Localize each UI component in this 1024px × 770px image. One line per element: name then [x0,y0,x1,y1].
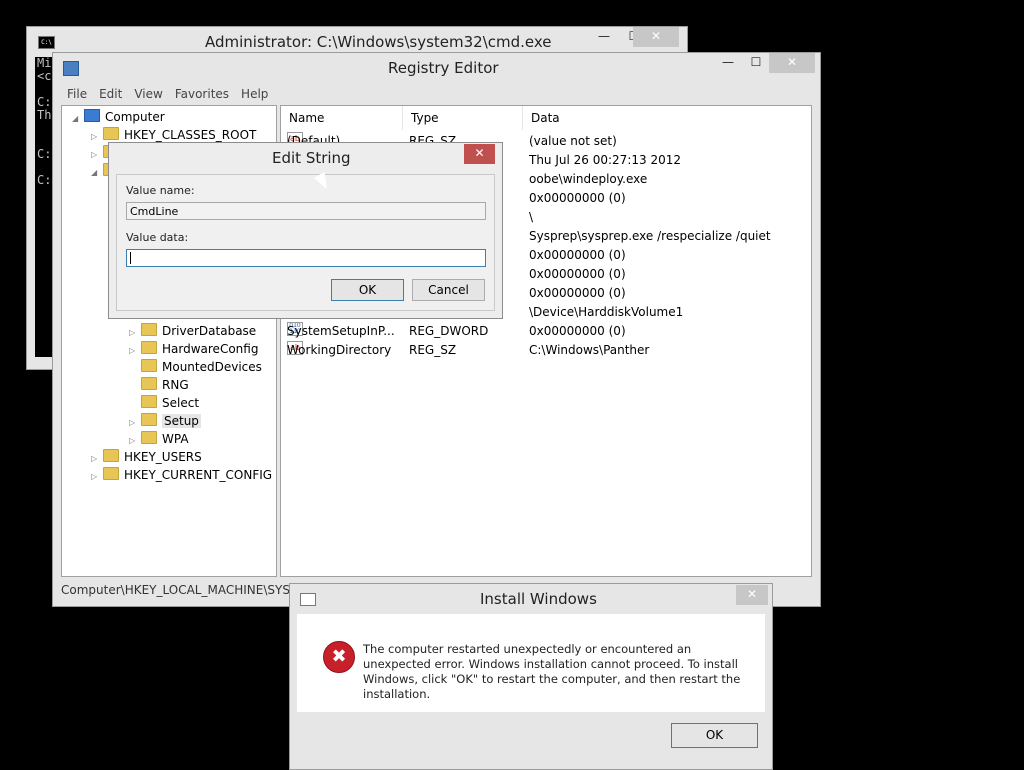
column-header-type[interactable]: Type [403,106,523,130]
menu-favorites[interactable]: Favorites [169,83,235,105]
folder-icon [141,431,157,444]
value-name-field: CmdLine [126,202,486,220]
value-name: SystemSetupInP... [287,324,395,338]
value-data: 0x00000000 (0) [529,324,626,338]
value-data: 0x00000000 (0) [529,267,626,281]
value-data-input[interactable] [126,249,486,267]
regedit-close-button[interactable]: ✕ [769,53,815,73]
value-row[interactable]: ab WorkingDirectory REG_SZ C:\Windows\Panth… [281,341,811,360]
folder-icon [141,377,157,390]
tree-label: RNG [162,378,189,392]
tree-label: Select [162,396,200,410]
value-data: 0x00000000 (0) [529,191,626,205]
column-header-data[interactable]: Data [523,106,811,130]
folder-icon [141,323,157,336]
column-header-name[interactable]: Name [281,106,403,130]
install-app-icon [300,593,316,606]
tree-label: WPA [162,432,189,446]
menu-edit[interactable]: Edit [93,83,128,105]
tree-label: DriverDatabase [162,324,257,338]
error-icon: ✖ [323,641,355,673]
tree-label: HardwareConfig [162,342,259,356]
install-ok-button[interactable]: OK [671,723,758,748]
edit-string-body: Value name: CmdLine Value data: OK Cance… [116,174,495,311]
value-row[interactable]: 010 110 SystemSetupInP... REG_DWORD 0x000000… [281,322,811,341]
tree-node-select[interactable]: Select [129,394,199,412]
tree-node-setup[interactable]: ▷ Setup [129,412,201,430]
tree-node-hku[interactable]: ▷ HKEY_USERS [91,448,202,466]
error-message: The computer restarted unexpectedly or e… [363,642,741,701]
folder-icon [103,467,119,480]
tree-node-rng[interactable]: RNG [129,376,189,394]
tree-label: HKEY_CURRENT_CONFIG [124,468,273,482]
value-data: \Device\HarddiskVolume1 [529,305,684,319]
computer-icon [84,109,100,122]
tree-node-mounteddevices[interactable]: MountedDevices [129,358,262,376]
tree-node-computer[interactable]: ◢ Computer [72,108,165,126]
value-name: WorkingDirectory [287,343,392,357]
collapse-arrow-icon[interactable]: ◢ [91,164,103,182]
regedit-minimize-button[interactable]: — [713,53,743,73]
folder-icon [103,127,119,140]
value-data: (value not set) [529,134,617,148]
value-data-label: Value data: [126,231,189,244]
value-name-label: Value name: [126,184,195,197]
value-data: 0x00000000 (0) [529,286,626,300]
regedit-app-icon [63,61,79,76]
edit-string-close-button[interactable]: ✕ [464,144,495,164]
tree-label: HKEY_USERS [124,450,202,464]
menu-file[interactable]: File [61,83,93,105]
collapse-arrow-icon[interactable]: ◢ [72,110,84,128]
install-windows-close-button[interactable]: ✕ [736,585,768,605]
expand-arrow-icon[interactable]: ▷ [91,468,103,486]
tree-label: Computer [105,110,165,124]
install-windows-dialog: Install Windows ✕ ✖ The computer restart… [289,583,773,770]
menu-help[interactable]: Help [235,83,274,105]
registry-editor-window: Registry Editor — ☐ ✕ File Edit View Favori… [52,52,821,607]
edit-string-title: Edit String [272,149,351,167]
tree-label: MountedDevices [162,360,262,374]
cmd-close-button[interactable]: ✕ [633,27,679,47]
install-windows-titlebar[interactable]: Install Windows ✕ [290,584,772,614]
edit-string-dialog: Edit String ✕ Value name: CmdLine Value … [108,142,503,319]
cancel-button[interactable]: Cancel [412,279,485,301]
value-data: Thu Jul 26 00:27:13 2012 [529,153,681,167]
ok-button[interactable]: OK [331,279,404,301]
cmd-minimize-button[interactable]: — [589,27,619,47]
value-data: Sysprep\sysprep.exe /respecialize /quiet [529,229,771,243]
install-windows-title: Install Windows [480,590,597,608]
regedit-titlebar[interactable]: Registry Editor — ☐ ✕ [53,53,820,83]
edit-string-titlebar[interactable]: Edit String ✕ [109,143,502,173]
regedit-maximize-button[interactable]: ☐ [741,53,771,73]
cmd-app-icon: C:\ [38,36,55,49]
tree-node-hardwareconfig[interactable]: ▷ HardwareConfig [129,340,258,358]
regedit-title: Registry Editor [388,59,499,77]
tree-label: Setup [162,414,201,428]
tree-node-hkcc[interactable]: ▷ HKEY_CURRENT_CONFIG [91,466,272,484]
tree-node-driverdatabase[interactable]: ▷ DriverDatabase [129,322,256,340]
folder-icon [141,359,157,372]
tree-label: HKEY_CLASSES_ROOT [124,128,257,142]
value-data: 0x00000000 (0) [529,248,626,262]
menu-view[interactable]: View [128,83,168,105]
folder-icon [141,395,157,408]
folder-icon [141,341,157,354]
value-data: oobe\windeploy.exe [529,172,648,186]
value-data: C:\Windows\Panther [529,343,650,357]
install-windows-body: ✖ The computer restarted unexpectedly or… [297,614,765,712]
value-data: \ [529,210,534,224]
value-type: REG_DWORD [409,324,489,338]
value-type: REG_SZ [409,343,457,357]
tree-node-wpa[interactable]: ▷ WPA [129,430,189,448]
menu-bar: File Edit View Favorites Help [61,83,274,105]
folder-icon [141,413,157,426]
text-caret [130,252,131,264]
folder-icon [103,449,119,462]
